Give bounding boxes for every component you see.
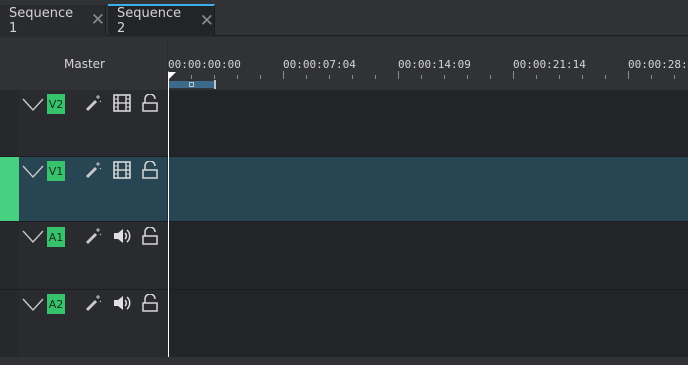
lock-icon[interactable] (141, 227, 159, 245)
track-name-badge[interactable]: V2 (47, 94, 65, 114)
speaker-icon[interactable] (113, 227, 131, 245)
track-name-badge[interactable]: A1 (47, 227, 65, 247)
track-lane-v2[interactable] (169, 90, 688, 156)
chevron-down-icon[interactable] (22, 165, 44, 179)
chevron-down-icon[interactable] (22, 98, 44, 112)
track-header-a2[interactable]: A2 (0, 290, 167, 357)
tab-label: Sequence 1 (9, 5, 74, 36)
track-name-badge[interactable]: V1 (47, 161, 65, 181)
ruler-tick (375, 75, 376, 79)
chevron-down-icon[interactable] (22, 230, 44, 244)
effects-icon[interactable] (84, 227, 102, 245)
tab-sequence-2[interactable]: Sequence 2 ✕ (108, 4, 215, 36)
timeline-ruler[interactable]: 00:00:00:00 00:00:07:04 00:00:14:09 00:0… (168, 37, 688, 90)
ruler-tick (628, 71, 629, 79)
film-icon[interactable] (113, 94, 131, 112)
zone-handle[interactable] (189, 82, 194, 87)
timecode-label: 00:00:14:09 (398, 58, 471, 71)
track-lane-v1[interactable] (169, 157, 688, 221)
track-lane-a2[interactable] (169, 290, 688, 357)
lock-icon[interactable] (141, 161, 159, 179)
speaker-icon[interactable] (113, 294, 131, 312)
ruler-tick (582, 75, 583, 79)
track-name-badge[interactable]: A2 (47, 294, 65, 314)
film-icon[interactable] (113, 161, 131, 179)
timecode-label: 00:00:00:00 (168, 58, 241, 71)
effects-icon[interactable] (84, 94, 102, 112)
ruler-tick (421, 75, 422, 79)
ruler-tick (306, 75, 307, 79)
master-label: Master (64, 57, 105, 71)
ruler-tick (352, 75, 353, 79)
chevron-down-icon[interactable] (22, 298, 44, 312)
timecode-label: 00:00:07:04 (283, 58, 356, 71)
effects-icon[interactable] (84, 161, 102, 179)
ruler-tick (651, 75, 652, 79)
ruler-tick (674, 75, 675, 79)
ruler-tick (237, 75, 238, 79)
track-lane-a1[interactable] (169, 222, 688, 289)
track-header-a1[interactable]: A1 (0, 222, 167, 289)
ruler-tick (467, 75, 468, 79)
ruler-tick (260, 75, 261, 79)
tab-sequence-1[interactable]: Sequence 1 ✕ (0, 5, 106, 36)
track-selected-indicator (0, 157, 19, 221)
track-edge (0, 222, 19, 289)
ruler-tick (513, 71, 514, 79)
ruler-tick (398, 71, 399, 79)
ruler-tick (283, 71, 284, 79)
close-icon[interactable]: ✕ (200, 12, 214, 30)
timecode-label: 00:00:21:14 (513, 58, 586, 71)
lock-icon[interactable] (141, 94, 159, 112)
timecode-label: 00:00:28:1 (628, 58, 688, 71)
track-header-v2[interactable]: V2 (0, 90, 167, 156)
tab-bar: Sequence 1 ✕ Sequence 2 ✕ (0, 0, 688, 36)
track-edge (0, 90, 19, 156)
timeline-footer (0, 357, 688, 365)
ruler-tick (214, 75, 215, 79)
track-edge (0, 290, 19, 357)
master-header: Master (0, 37, 167, 90)
close-icon[interactable]: ✕ (91, 12, 105, 29)
tab-label: Sequence 2 (117, 6, 182, 36)
ruler-tick (605, 75, 606, 79)
lock-icon[interactable] (141, 294, 159, 312)
ruler-tick (191, 75, 192, 79)
effects-icon[interactable] (84, 294, 102, 312)
ruler-tick (329, 75, 330, 79)
ruler-tick (536, 75, 537, 79)
playhead-marker[interactable] (168, 72, 176, 80)
zone-end-handle[interactable] (214, 80, 216, 89)
ruler-tick (444, 75, 445, 79)
playhead-line[interactable] (168, 73, 169, 357)
ruler-tick (490, 75, 491, 79)
track-header-v1[interactable]: V1 (0, 157, 167, 221)
ruler-tick (559, 75, 560, 79)
